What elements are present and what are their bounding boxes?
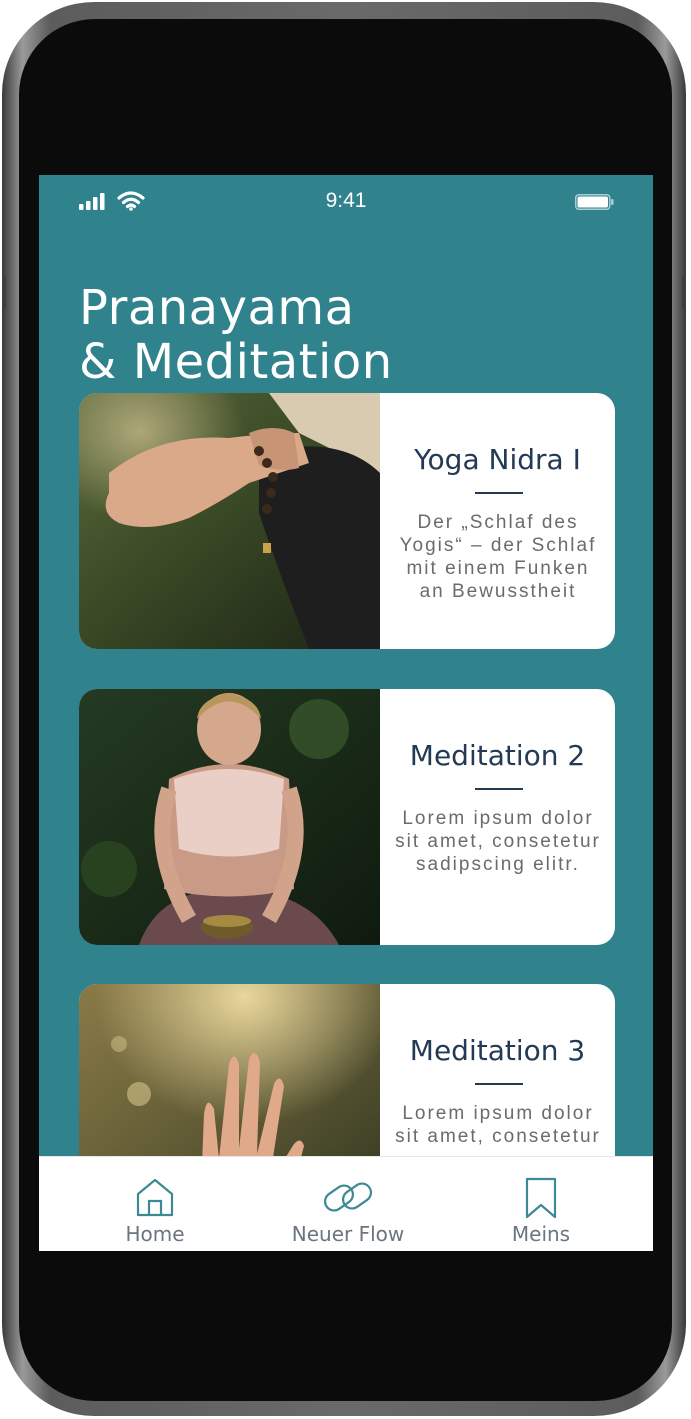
bookmark-icon <box>525 1177 557 1219</box>
session-card-meditation-2[interactable]: Meditation 2 Lorem ipsum dolor sit amet,… <box>79 689 615 945</box>
phone-side-button <box>682 277 686 309</box>
app-screen: 9:41 Pranayama & Meditation Yoga Nidra I… <box>39 175 653 1251</box>
home-icon <box>136 1178 174 1217</box>
card-photo-woman-singing-bowl <box>79 689 380 945</box>
card-description: Lorem ipsum dolor sit amet, consetetur <box>395 1103 601 1147</box>
card-divider <box>475 1083 523 1085</box>
card-description: Lorem ipsum dolor sit amet, consetetur s… <box>395 808 601 875</box>
page-title-line1: Pranayama <box>79 280 355 337</box>
phone-side-button <box>2 277 6 309</box>
bottom-nav: Home Neuer Flow Meins <box>39 1156 653 1251</box>
nav-item-neuer-flow[interactable]: Neuer Flow <box>268 1157 428 1251</box>
card-title: Yoga Nidra I <box>414 443 581 476</box>
card-body: Yoga Nidra I Der „Schlaf des Yogis“ – de… <box>380 393 615 649</box>
nav-item-meins[interactable]: Meins <box>461 1157 621 1251</box>
battery-icon <box>575 194 614 210</box>
status-bar: 9:41 <box>39 175 653 227</box>
nav-label: Home <box>125 1222 185 1246</box>
nav-item-home[interactable]: Home <box>75 1157 235 1251</box>
card-title: Meditation 3 <box>409 1034 586 1067</box>
chain-link-icon <box>323 1182 373 1212</box>
card-divider <box>475 788 523 790</box>
card-title: Meditation 2 <box>409 739 586 772</box>
card-divider <box>475 492 523 494</box>
card-description: Der „Schlaf des Yogis“ – der Schlaf mit … <box>399 512 597 602</box>
page-title: Pranayama & Meditation <box>79 281 619 389</box>
session-card-yoga-nidra[interactable]: Yoga Nidra I Der „Schlaf des Yogis“ – de… <box>79 393 615 649</box>
card-photo-hand-mudra <box>79 393 380 649</box>
page-title-line2: & Meditation <box>79 334 393 391</box>
nav-label: Neuer Flow <box>291 1222 405 1246</box>
card-body: Meditation 2 Lorem ipsum dolor sit amet,… <box>380 689 615 945</box>
status-time: 9:41 <box>325 189 367 212</box>
nav-label: Meins <box>511 1222 571 1246</box>
